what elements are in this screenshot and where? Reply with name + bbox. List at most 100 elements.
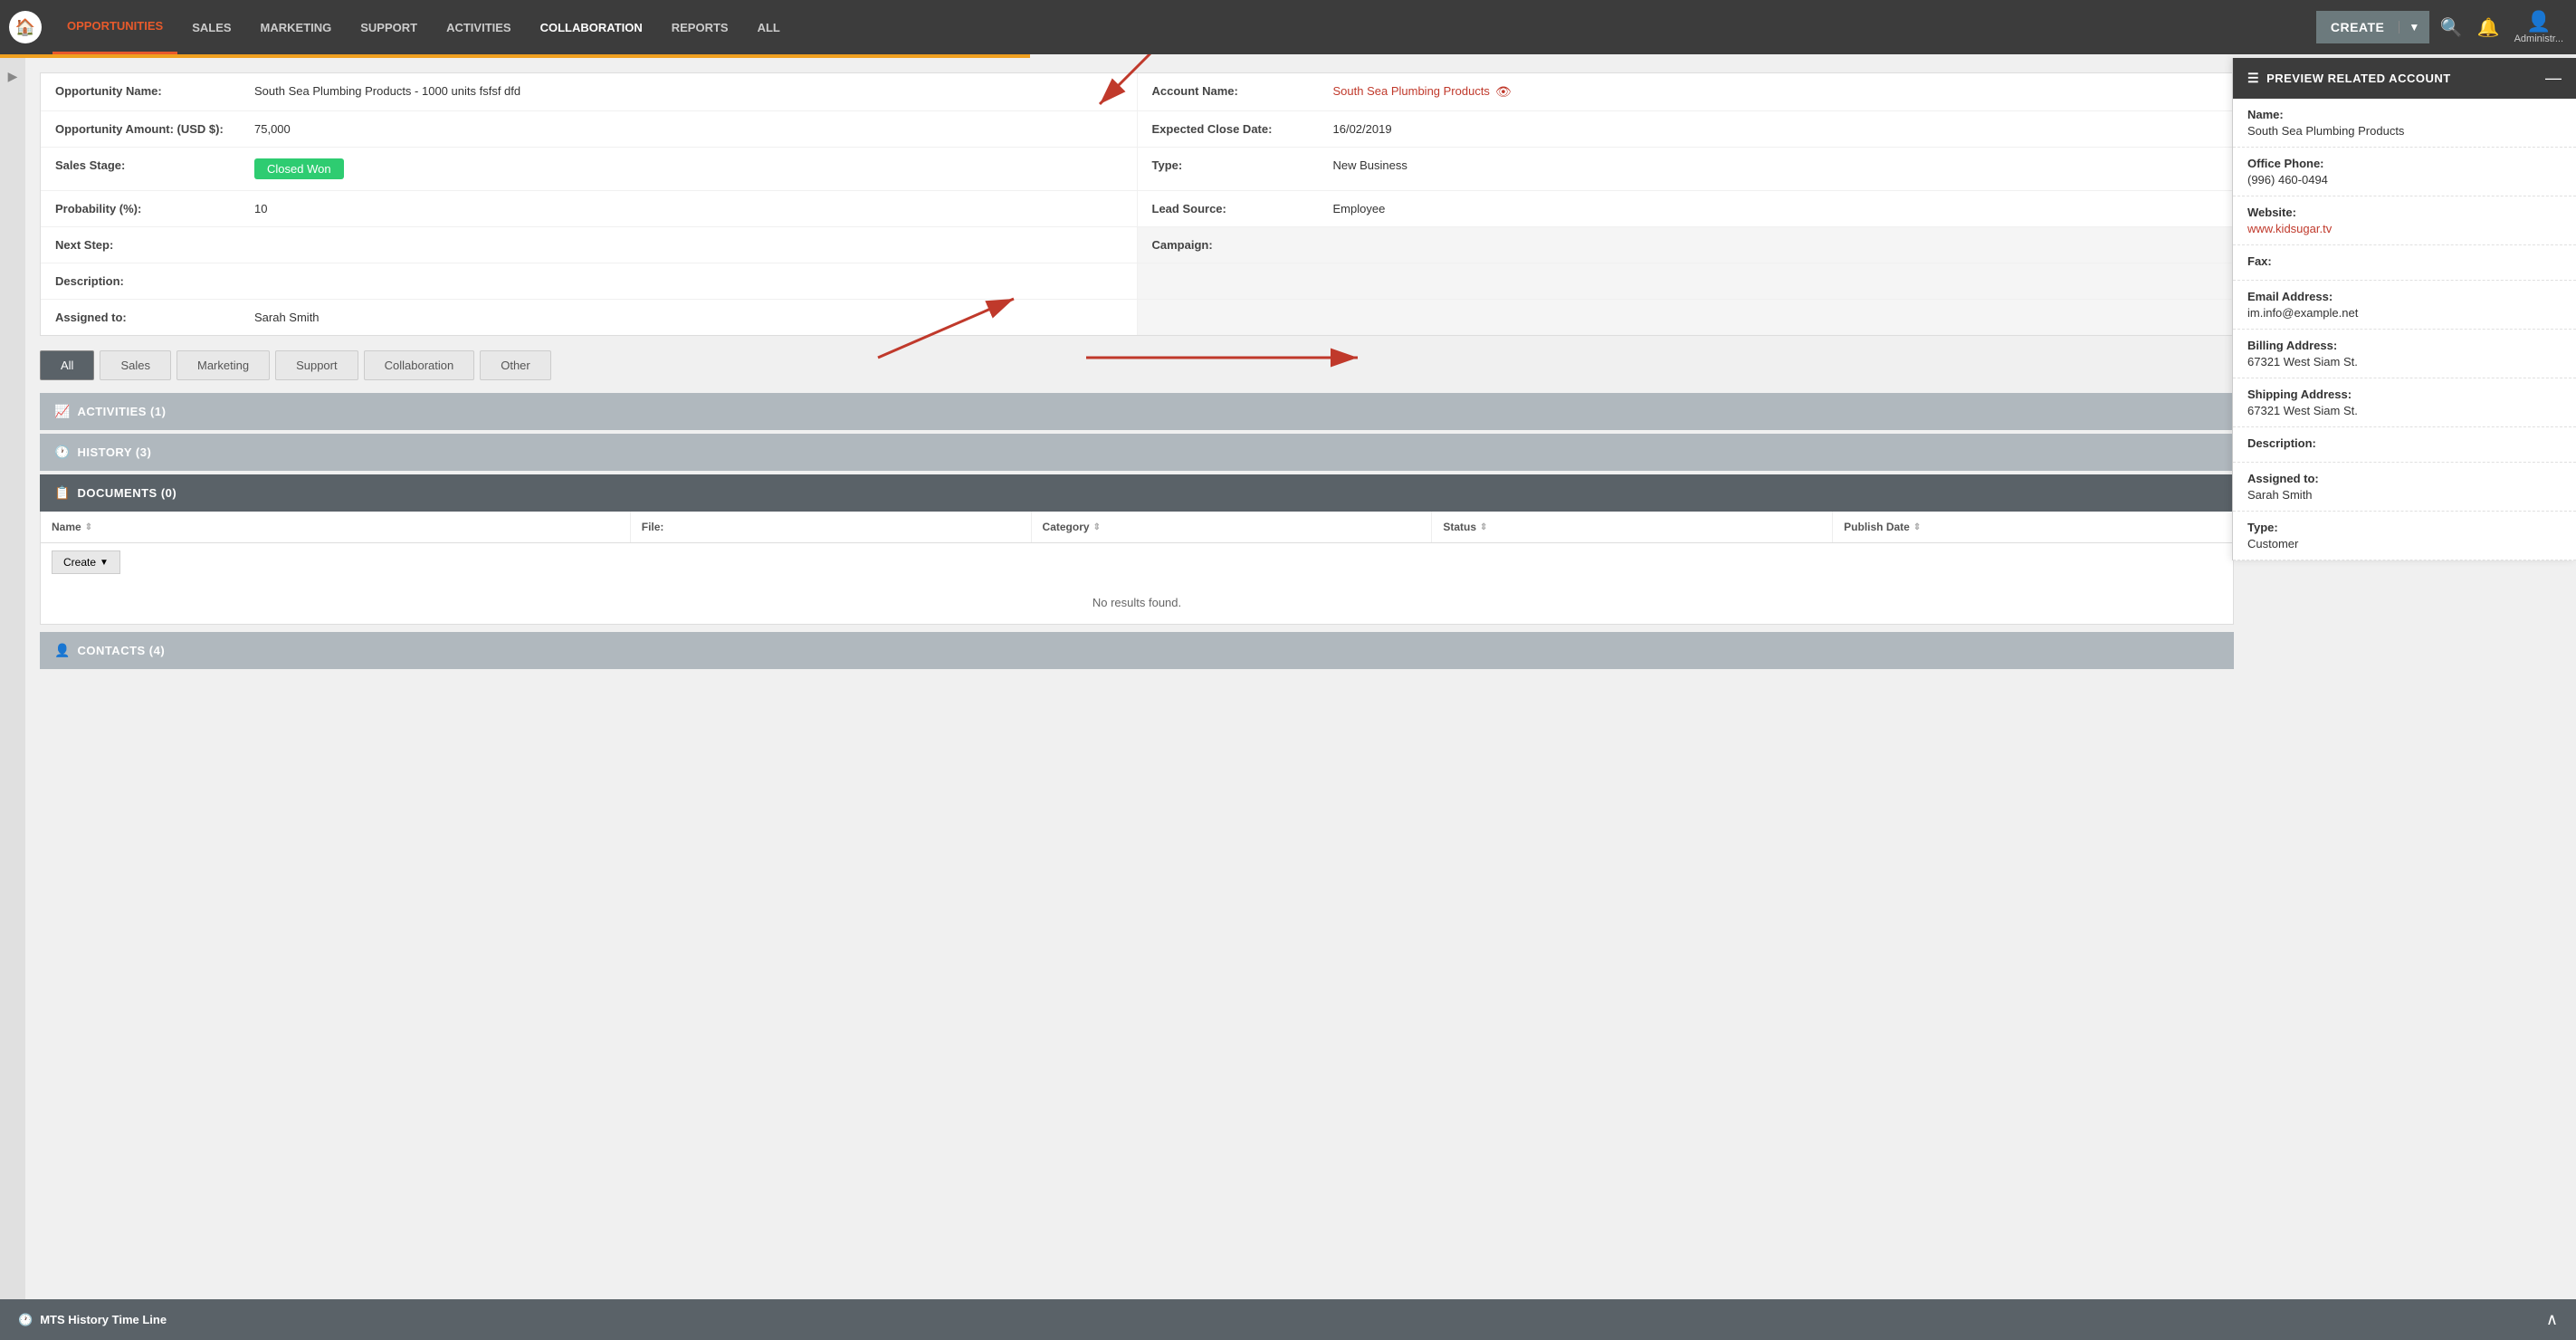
history-expand-button[interactable]: ∧ [2546,1310,2558,1329]
nav-item-collaboration[interactable]: COLLABORATION [526,0,657,54]
type-field: Type: New Business [1138,148,2234,190]
preview-label-website: Website: [2247,206,2562,219]
create-dropdown-icon[interactable]: ▼ [2399,21,2428,34]
contacts-title: CONTACTS (4) [77,644,165,657]
activities-title: ACTIVITIES (1) [77,405,166,418]
type-value: New Business [1333,158,1407,172]
preview-label-description: Description: [2247,436,2562,450]
preview-field-description: Description: [2233,427,2576,463]
account-name-field: Account Name: South Sea Plumbing Product… [1138,73,2234,110]
preview-field-phone: Office Phone: (996) 460-0494 [2233,148,2576,196]
tab-marketing[interactable]: Marketing [177,350,270,380]
preview-value-type: Customer [2247,537,2562,550]
nav-item-support[interactable]: SUPPORT [346,0,432,54]
campaign-label: Campaign: [1152,238,1333,252]
tab-sales[interactable]: Sales [100,350,171,380]
contacts-icon: 👤 [54,643,70,658]
documents-section-header[interactable]: 📋 DOCUMENTS (0) [40,474,2234,512]
activities-section-header[interactable]: 📈 ACTIVITIES (1) [40,393,2234,430]
contacts-section-header[interactable]: 👤 CONTACTS (4) [40,632,2234,669]
preview-label-name: Name: [2247,108,2562,121]
sort-icon-date: ⇕ [1913,522,1921,532]
preview-field-billing: Billing Address: 67321 West Siam St. [2233,330,2576,378]
tab-collaboration[interactable]: Collaboration [364,350,475,380]
nav-item-reports[interactable]: REPORTS [657,0,743,54]
th-name[interactable]: Name ⇕ [41,512,631,542]
preview-header: ☰ PREVIEW RELATED ACCOUNT — [2233,58,2576,99]
th-publish-date[interactable]: Publish Date ⇕ [1833,512,2233,542]
preview-close-button[interactable]: — [2545,69,2562,88]
description-field: Description: [41,263,1138,299]
activities-icon: 📈 [54,404,70,419]
account-name-label: Account Name: [1152,84,1333,98]
home-icon: 🏠 [15,18,35,37]
nav-item-marketing[interactable]: MARKETING [246,0,347,54]
empty-right-2 [1138,300,2234,335]
preview-label-fax: Fax: [2247,254,2562,268]
tab-all[interactable]: All [40,350,94,380]
user-menu[interactable]: 👤 Administr... [2511,6,2567,48]
table-create-button[interactable]: Create ▼ [52,550,120,574]
sort-icon-status: ⇕ [1480,522,1487,532]
table-toolbar: Create ▼ [40,543,2234,581]
th-status[interactable]: Status ⇕ [1432,512,1833,542]
detail-row-5: Next Step: Campaign: [41,227,2233,263]
history-title: HISTORY (3) [77,445,151,459]
preview-field-shipping: Shipping Address: 67321 West Siam St. [2233,378,2576,427]
search-icon[interactable]: 🔍 [2437,13,2466,43]
expected-close-field: Expected Close Date: 16/02/2019 [1138,111,2234,147]
preview-label-type: Type: [2247,521,2562,534]
preview-title: ☰ PREVIEW RELATED ACCOUNT [2247,71,2451,86]
empty-right [1138,263,2234,299]
preview-value-shipping: 67321 West Siam St. [2247,404,2562,417]
preview-field-type: Type: Customer [2233,512,2576,560]
notification-icon[interactable]: 🔔 [2474,13,2504,43]
preview-label-billing: Billing Address: [2247,339,2562,352]
preview-field-name: Name: South Sea Plumbing Products [2233,99,2576,148]
th-file: File: [631,512,1032,542]
history-clock-icon: 🕐 [18,1313,33,1327]
sales-stage-label: Sales Stage: [55,158,254,172]
tab-support[interactable]: Support [275,350,358,380]
assigned-to-field: Assigned to: Sarah Smith [41,300,1138,335]
history-section-header[interactable]: 🕐 HISTORY (3) [40,434,2234,471]
account-name-value[interactable]: South Sea Plumbing Products [1333,84,1490,98]
preview-panel: ☰ PREVIEW RELATED ACCOUNT — Name: South … [2232,58,2576,560]
nav-item-activities[interactable]: ACTIVITIES [432,0,526,54]
lead-source-label: Lead Source: [1152,202,1333,215]
expected-close-label: Expected Close Date: [1152,122,1333,136]
detail-row-1: Opportunity Name: South Sea Plumbing Pro… [41,73,2233,111]
preview-value-email: im.info@example.net [2247,306,2562,320]
tabs-row: All Sales Marketing Support Collaboratio… [40,350,2234,380]
eye-icon[interactable]: 👁 [1495,84,1512,100]
type-label: Type: [1152,158,1333,172]
lead-source-field: Lead Source: Employee [1138,191,2234,226]
create-button[interactable]: CREATE ▼ [2316,11,2429,43]
preview-field-fax: Fax: [2233,245,2576,281]
sidebar-toggle[interactable]: ▶ [0,58,25,1340]
nav-item-sales[interactable]: SALES [177,0,245,54]
history-timeline-bar: 🕐 MTS History Time Line ∧ [0,1299,2576,1340]
detail-row-6: Description: [41,263,2233,300]
nav-item-all[interactable]: ALL [743,0,795,54]
sort-icon-category: ⇕ [1093,522,1101,532]
detail-row-7: Assigned to: Sarah Smith [41,300,2233,335]
opportunity-name-value: South Sea Plumbing Products - 1000 units… [254,84,520,98]
documents-title: DOCUMENTS (0) [77,486,177,500]
opportunity-name-label: Opportunity Name: [55,84,254,98]
nav-logo[interactable]: 🏠 [9,11,42,43]
assigned-to-value: Sarah Smith [254,311,320,324]
preview-field-website: Website: www.kidsugar.tv [2233,196,2576,245]
nav-item-opportunities[interactable]: OPPORTUNITIES [52,0,177,54]
expected-close-value: 16/02/2019 [1333,122,1392,136]
content-area: Opportunity Name: South Sea Plumbing Pro… [25,58,2248,1340]
nav-items: OPPORTUNITIES SALES MARKETING SUPPORT AC… [52,0,2316,54]
preview-value-billing: 67321 West Siam St. [2247,355,2562,368]
list-icon: ☰ [2247,71,2259,86]
th-category[interactable]: Category ⇕ [1032,512,1433,542]
tab-other[interactable]: Other [480,350,551,380]
preview-value-website[interactable]: www.kidsugar.tv [2247,222,2562,235]
user-label: Administr... [2514,34,2563,44]
history-bar-label: MTS History Time Line [40,1313,167,1326]
opportunity-name-field: Opportunity Name: South Sea Plumbing Pro… [41,73,1138,110]
